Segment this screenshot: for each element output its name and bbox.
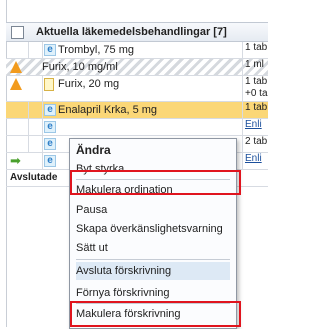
section-title: Aktuella läkemedelsbehandlingar [7] (36, 26, 227, 38)
context-menu: Ändra Byt styrka Makulera ordination Pau… (69, 138, 237, 329)
table-row[interactable]: Furix, 10 mg/ml 1 ml (6, 59, 268, 76)
ended-section-label: Avslutade (10, 172, 58, 183)
arrow-right-icon: ➡ (10, 153, 21, 168)
e-prescription-icon: e (44, 138, 56, 150)
menu-item-change[interactable]: Ändra (76, 141, 230, 159)
menu-item-change-strength[interactable]: Byt styrka (76, 160, 230, 178)
medication-name: Enalapril Krka, 5 mg (58, 104, 158, 116)
dosage-cell: 1 ml (242, 59, 268, 75)
medication-name: Furix, 20 mg (58, 78, 120, 90)
table-row[interactable]: e Enli (6, 119, 268, 136)
e-prescription-icon: e (44, 44, 56, 56)
e-prescription-icon: e (44, 104, 56, 116)
table-row-selected[interactable]: e Enalapril Krka, 5 mg 1 tab (6, 102, 268, 119)
dosage-cell: 2 tab (242, 136, 268, 152)
menu-item-end-prescription[interactable]: Avsluta förskrivning (76, 262, 230, 280)
section-header[interactable]: Aktuella läkemedelsbehandlingar [7] (6, 22, 268, 42)
menu-separator (76, 179, 230, 180)
dosage-cell: 1 tab (242, 42, 268, 58)
dosage-cell: 1 tab +0 ta (242, 76, 268, 101)
table-row[interactable]: Furix, 20 mg 1 tab +0 ta (6, 76, 268, 102)
menu-separator (76, 303, 230, 304)
e-prescription-icon: e (44, 155, 56, 167)
e-prescription-icon: e (44, 121, 56, 133)
menu-separator (76, 259, 230, 260)
document-icon (44, 78, 54, 91)
menu-item-pause[interactable]: Pausa (76, 201, 230, 219)
menu-item-create-hypersensitivity-warning[interactable]: Skapa överkänslighetsvarning (76, 220, 230, 238)
warning-icon (10, 78, 22, 90)
dosage-cell: 1 tab (242, 102, 268, 118)
dosage-link[interactable]: Enli (242, 119, 268, 135)
menu-item-cancel-order[interactable]: Makulera ordination (76, 181, 230, 199)
menu-item-renew-prescription[interactable]: Förnya förskrivning (76, 284, 230, 302)
dosage-link[interactable]: Enli (242, 153, 268, 169)
menu-item-discontinue[interactable]: Sätt ut (76, 239, 230, 257)
menu-item-cancel-prescription[interactable]: Makulera förskrivning (76, 305, 230, 323)
medication-name: Furix, 10 mg/ml (42, 61, 118, 73)
select-all-checkbox[interactable] (11, 26, 24, 39)
table-row[interactable]: e Trombyl, 75 mg 1 tab (6, 42, 268, 59)
warning-icon (10, 61, 22, 73)
medication-name: Trombyl, 75 mg (58, 44, 135, 56)
